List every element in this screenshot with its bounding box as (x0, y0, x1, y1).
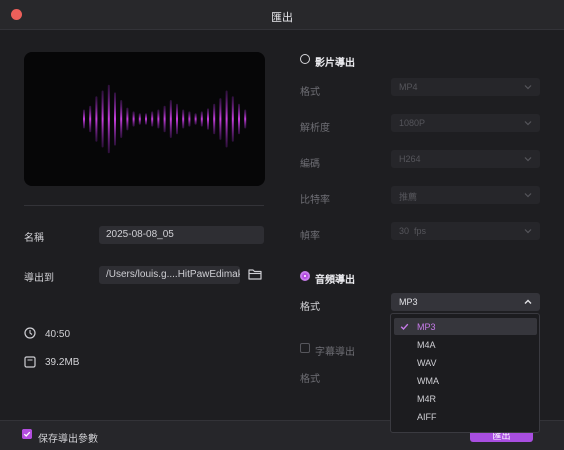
waveform-bar (231, 96, 234, 142)
codec-value: H264 (399, 154, 421, 164)
chevron-down-icon (524, 157, 532, 162)
file-size-text: 39.2MB (45, 357, 80, 368)
audio-format-option-wma[interactable]: WMA (394, 372, 537, 389)
waveform-bar (163, 105, 166, 133)
checkmark-icon (400, 323, 409, 331)
save-params-label: 保存導出參數 (38, 434, 98, 445)
waveform-bar (126, 107, 129, 131)
waveform-bar (169, 100, 172, 138)
video-format-label: 格式 (300, 87, 320, 98)
waveform-bar (238, 103, 240, 135)
bitrate-value: 推薦 (399, 192, 418, 202)
audio-format-option-m4a[interactable]: M4A (394, 336, 537, 353)
waveform-bar (138, 113, 141, 125)
chevron-down-icon (524, 121, 532, 126)
audio-format-option-mp3[interactable]: MP3 (394, 318, 537, 335)
waveform-bar (194, 113, 197, 125)
folder-icon[interactable] (248, 268, 262, 280)
name-input[interactable]: 2025-08-08_05 (99, 226, 264, 244)
duration-text: 40:50 (45, 329, 71, 340)
subtitle-export-label: 字幕導出 (315, 347, 355, 358)
video-format-select[interactable]: MP4 (391, 78, 540, 96)
waveform-bar (151, 111, 154, 127)
waveform-bar (145, 113, 147, 125)
waveform-bar (132, 111, 135, 127)
waveform-bar (176, 103, 178, 135)
option-label: M4R (417, 394, 437, 404)
name-label: 名稱 (24, 233, 44, 244)
subtitle-export-checkbox[interactable] (300, 343, 310, 353)
waveform-bar (89, 105, 92, 133)
export-to-label: 導出到 (24, 273, 54, 284)
audio-format-option-m4r[interactable]: M4R (394, 390, 537, 407)
video-export-label: 影片導出 (315, 58, 355, 69)
audio-format-option-aiff[interactable]: AIFF (394, 408, 537, 425)
framerate-select[interactable]: 30 fps (391, 222, 540, 240)
resolution-select[interactable]: 1080P (391, 114, 540, 132)
clock-icon (24, 327, 36, 339)
waveform-bar (95, 96, 98, 142)
audio-export-label: 音頻導出 (315, 275, 355, 286)
resolution-value: 1080P (399, 118, 426, 128)
waveform-bar (244, 109, 247, 129)
save-params-checkbox[interactable] (22, 429, 32, 439)
framerate-label: 幀率 (300, 231, 320, 242)
audio-export-radio[interactable] (300, 271, 310, 281)
resolution-label: 解析度 (300, 123, 330, 134)
window-title: 匯出 (271, 12, 293, 24)
option-label: WAV (417, 358, 437, 368)
chevron-down-icon (524, 229, 532, 234)
waveform-graphic (83, 84, 247, 154)
waveform-bar (219, 98, 222, 140)
audio-format-option-wav[interactable]: WAV (394, 354, 537, 371)
waveform-bar (83, 109, 85, 129)
waveform-bar (157, 109, 160, 129)
video-export-radio[interactable] (300, 54, 310, 64)
file-size-icon (24, 356, 36, 368)
option-label: MP3 (417, 322, 436, 332)
divider (24, 205, 264, 206)
waveform-bar (213, 103, 216, 135)
chevron-up-icon (524, 299, 532, 304)
title-bar: 匯出 (0, 0, 564, 30)
bitrate-select[interactable]: 推薦 (391, 186, 540, 204)
audio-format-value: MP3 (399, 297, 418, 307)
waveform-bar (225, 90, 228, 148)
audio-preview (24, 52, 265, 186)
chevron-down-icon (524, 193, 532, 198)
option-label: WMA (417, 376, 439, 386)
waveform-bar (101, 90, 104, 148)
audio-format-dropdown: MP3 M4A WAV WMA M4R AIFF (390, 313, 540, 433)
framerate-value: 30 fps (399, 226, 427, 236)
option-label: AIFF (417, 412, 437, 422)
chevron-down-icon (524, 85, 532, 90)
waveform-bar (200, 111, 203, 127)
option-label: M4A (417, 340, 436, 350)
subtitle-format-label: 格式 (300, 374, 320, 385)
waveform-bar (182, 109, 185, 129)
waveform-bar (207, 108, 209, 130)
audio-format-select[interactable]: MP3 (391, 293, 540, 311)
waveform-bar (114, 92, 116, 146)
audio-format-label: 格式 (300, 302, 320, 313)
bitrate-label: 比特率 (300, 195, 330, 206)
codec-select[interactable]: H264 (391, 150, 540, 168)
codec-label: 編碼 (300, 159, 320, 170)
export-path-field[interactable]: /Users/louis.g....HitPawEdimakor (99, 266, 240, 284)
waveform-bar (107, 84, 110, 154)
waveform-bar (120, 100, 123, 138)
waveform-bar (188, 111, 191, 127)
video-format-value: MP4 (399, 82, 418, 92)
